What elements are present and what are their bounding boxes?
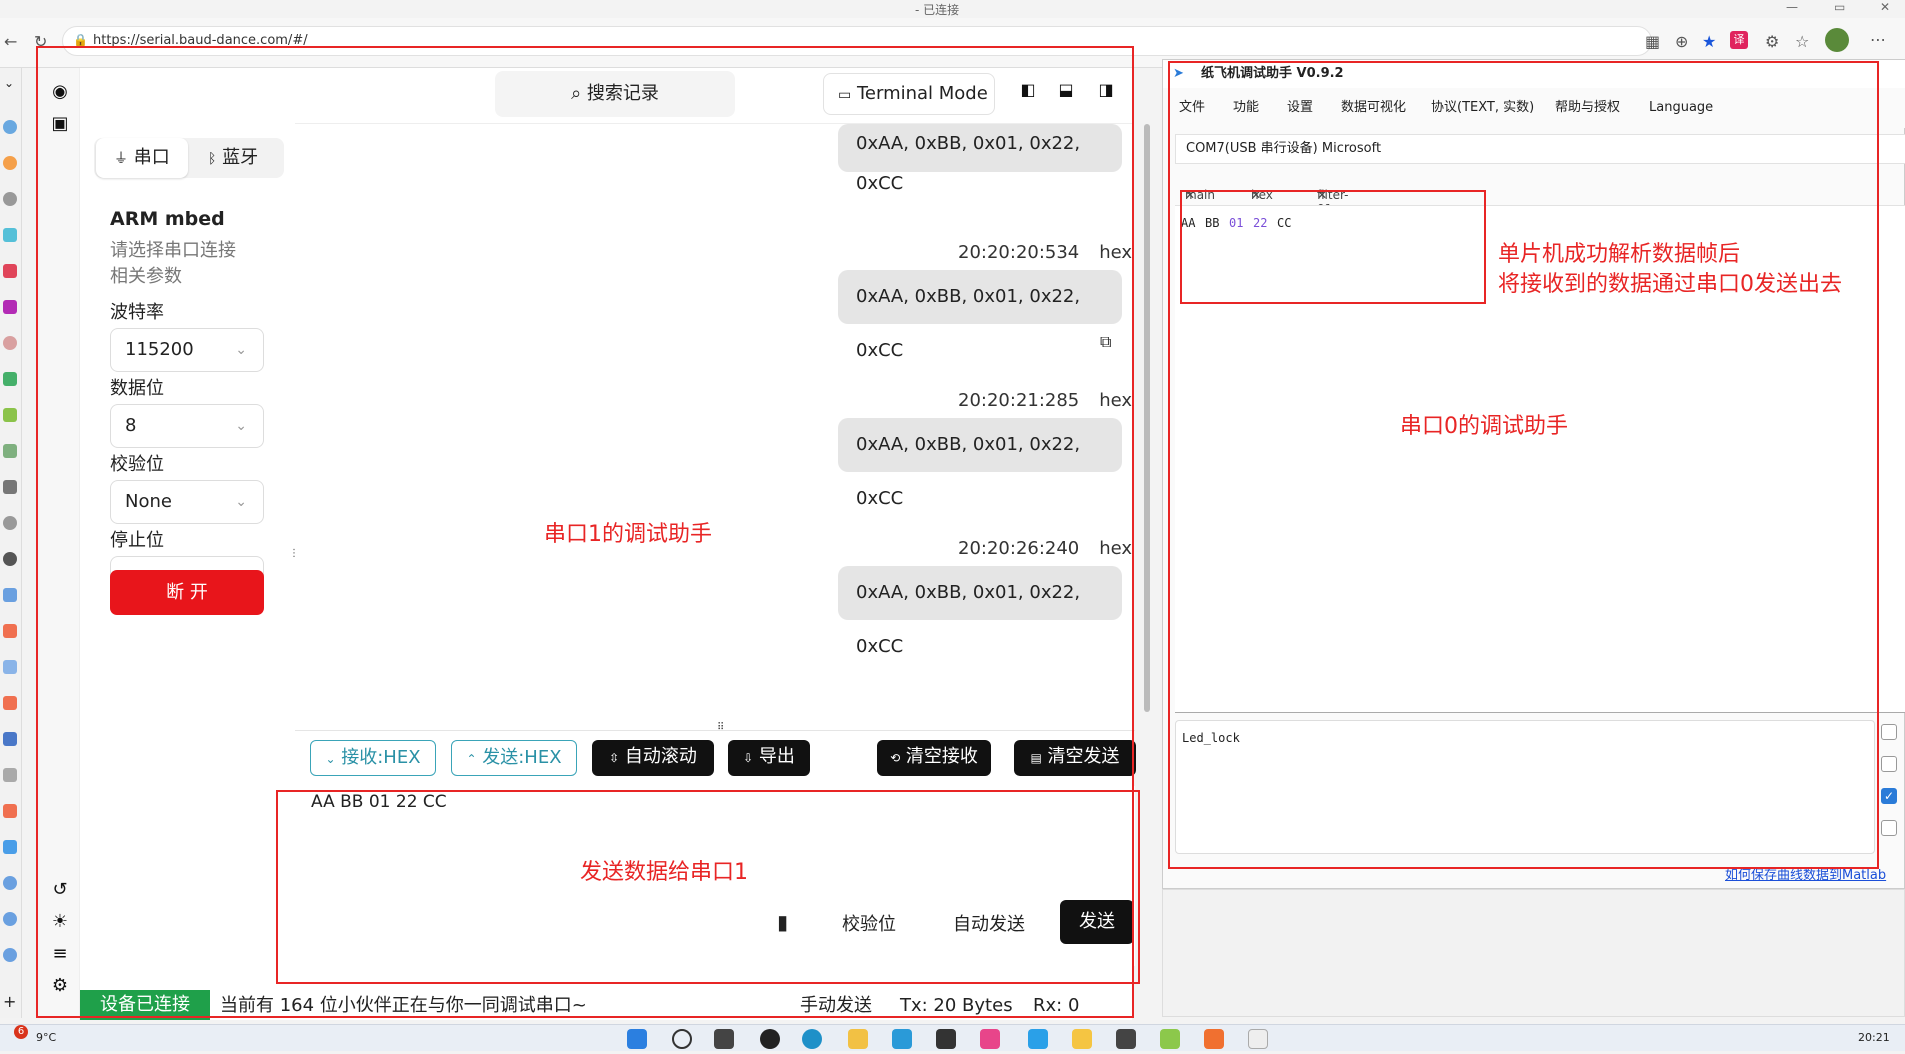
extensions-puzzle-icon[interactable]: ⚙	[1765, 32, 1779, 51]
back-icon[interactable]: ←	[4, 32, 17, 51]
zoom-icon[interactable]: ⊕	[1675, 32, 1688, 51]
tab-favicon-icon[interactable]	[3, 264, 17, 278]
favorite-star-icon[interactable]: ★	[1702, 32, 1716, 51]
tab-favicon-icon[interactable]	[3, 876, 17, 890]
app-icon[interactable]	[1204, 1029, 1224, 1049]
edge-icon[interactable]	[802, 1029, 822, 1049]
tab-favicon-icon[interactable]	[3, 300, 17, 314]
app-icon[interactable]	[936, 1029, 956, 1049]
lock-icon: 🔒	[73, 33, 88, 47]
option-checkbox[interactable]	[1881, 820, 1897, 836]
tab-favicon-icon[interactable]	[3, 840, 17, 854]
window-titlebar: - 已连接 — ▭ ✕	[0, 0, 1905, 18]
maximize-icon[interactable]: ▭	[1834, 0, 1845, 14]
option-checkbox[interactable]	[1881, 724, 1897, 740]
tab-favicon-icon[interactable]	[3, 804, 17, 818]
tab-favicon-icon[interactable]	[3, 912, 17, 926]
annotation-box-send	[276, 790, 1140, 984]
app-icon[interactable]	[760, 1029, 780, 1049]
background-window	[1162, 889, 1905, 1017]
new-tab-icon[interactable]: +	[3, 992, 16, 1011]
app-icon[interactable]	[1072, 1029, 1092, 1049]
app-icon[interactable]	[892, 1029, 912, 1049]
annotation-mcu-line1: 单片机成功解析数据帧后	[1498, 242, 1741, 267]
tab-favicon-icon[interactable]	[3, 156, 17, 170]
profile-avatar[interactable]	[1825, 28, 1849, 52]
tab-favicon-icon[interactable]	[3, 336, 17, 350]
tab-favicon-icon[interactable]	[3, 480, 17, 494]
app-icon[interactable]	[1248, 1029, 1268, 1049]
tab-favicon-icon[interactable]	[3, 696, 17, 710]
tab-favicon-icon[interactable]	[3, 948, 17, 962]
favorites-icon[interactable]: ☆	[1795, 32, 1809, 51]
annotation-send: 发送数据给串口1	[580, 860, 748, 885]
windows-taskbar: 6 9°C 20:21	[0, 1024, 1905, 1051]
chevron-down-icon[interactable]: ⌄	[4, 76, 14, 90]
option-checkbox[interactable]	[1881, 756, 1897, 772]
minimize-icon[interactable]: —	[1786, 0, 1798, 14]
tab-favicon-icon[interactable]	[3, 192, 17, 206]
tab-favicon-icon[interactable]	[3, 408, 17, 422]
paper-plane-app-icon[interactable]	[1028, 1029, 1048, 1049]
app-icon[interactable]	[980, 1029, 1000, 1049]
browser-sidebar: ⌄ +	[0, 68, 22, 1018]
tab-favicon-icon[interactable]	[3, 732, 17, 746]
start-icon[interactable]	[627, 1029, 647, 1049]
taskview-icon[interactable]	[714, 1029, 734, 1049]
more-icon[interactable]: ⋯	[1870, 30, 1886, 49]
close-window-icon[interactable]: ✕	[1880, 0, 1890, 14]
tab-favicon-icon[interactable]	[3, 552, 17, 566]
annotation-serial0: 串口0的调试助手	[1400, 414, 1568, 439]
annotation-serial1: 串口1的调试助手	[544, 522, 712, 547]
tab-favicon-icon[interactable]	[3, 120, 17, 134]
message-scrollbar[interactable]	[1144, 124, 1150, 712]
tab-favicon-icon[interactable]	[3, 660, 17, 674]
search-icon[interactable]	[672, 1029, 692, 1049]
annotation-box-serial0	[1168, 61, 1879, 869]
tab-favicon-icon[interactable]	[3, 444, 17, 458]
reader-icon[interactable]: ▦	[1645, 32, 1660, 51]
weather-badge: 6	[14, 1025, 28, 1039]
tab-favicon-icon[interactable]	[3, 624, 17, 638]
annotation-mcu-line2: 将接收到的数据通过串口0发送出去	[1498, 272, 1842, 297]
annotation-box-recv	[1180, 190, 1486, 304]
app-icon[interactable]	[1160, 1029, 1180, 1049]
window-title: - 已连接	[915, 3, 960, 17]
tab-favicon-icon[interactable]	[3, 768, 17, 782]
explorer-icon[interactable]	[848, 1029, 868, 1049]
tab-favicon-icon[interactable]	[3, 228, 17, 242]
tab-favicon-icon[interactable]	[3, 516, 17, 530]
tab-favicon-icon[interactable]	[3, 588, 17, 602]
clock: 20:21	[1858, 1031, 1890, 1044]
option-checkbox-checked[interactable]: ✓	[1881, 788, 1897, 804]
extension-icon[interactable]: 译	[1730, 31, 1748, 49]
app-icon[interactable]	[1116, 1029, 1136, 1049]
tab-favicon-icon[interactable]	[3, 372, 17, 386]
weather-temp[interactable]: 9°C	[36, 1031, 56, 1044]
